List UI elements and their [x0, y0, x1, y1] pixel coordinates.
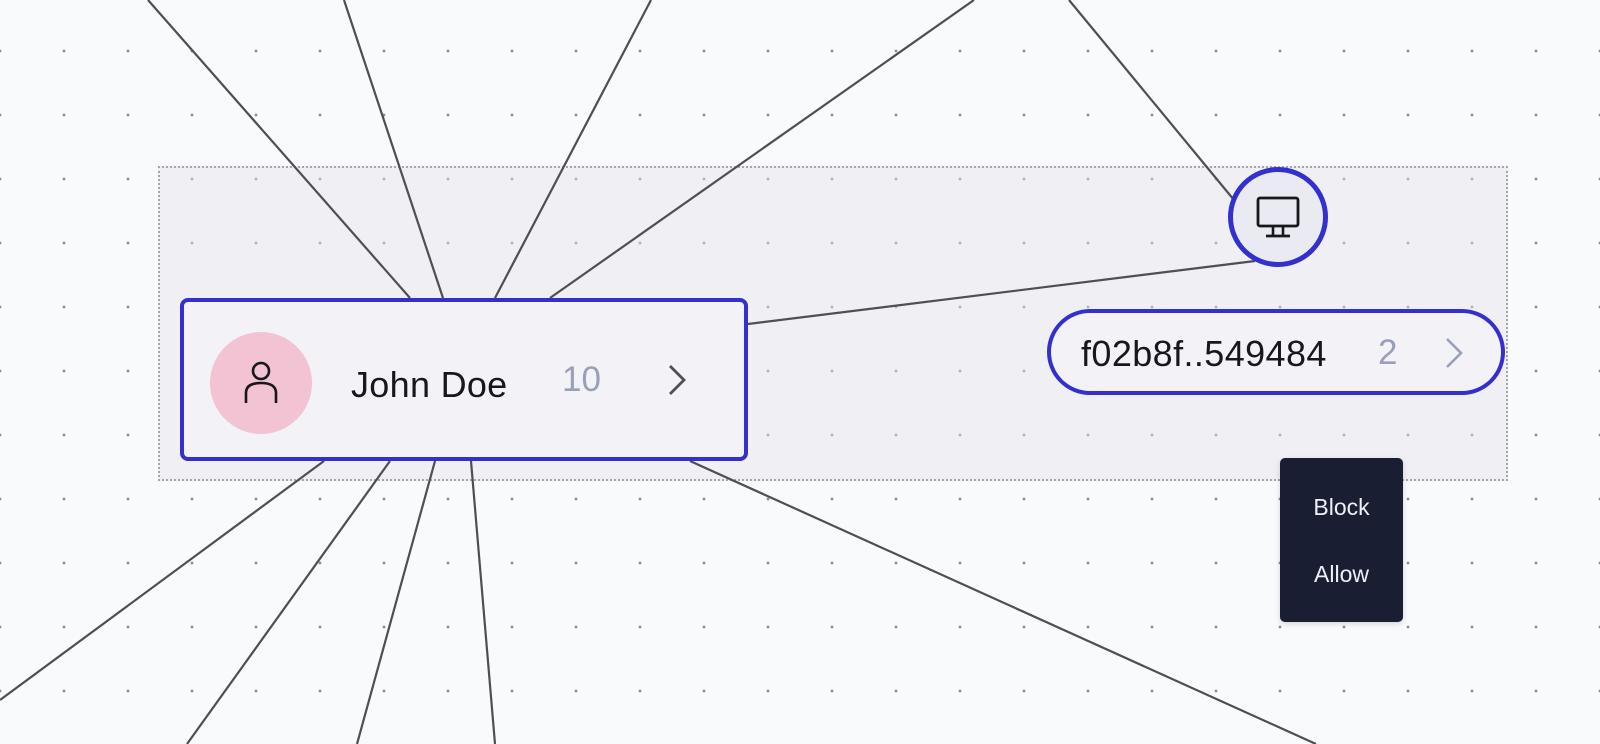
edge [186, 460, 391, 744]
chevron-right-icon[interactable] [662, 360, 692, 400]
context-menu: Block Allow [1280, 458, 1403, 622]
menu-item-block[interactable]: Block [1280, 494, 1403, 521]
avatar [210, 332, 312, 434]
edge [342, 0, 445, 299]
menu-item-allow[interactable]: Allow [1280, 561, 1403, 588]
hash-label: f02b8f..549484 [1081, 333, 1327, 374]
edge [147, 0, 411, 299]
edge [355, 460, 437, 744]
device-node[interactable] [1228, 167, 1328, 267]
user-count-badge: 10 [562, 360, 601, 399]
user-node-card[interactable]: John Doe 10 [180, 298, 748, 461]
person-icon [244, 361, 278, 403]
edge [469, 460, 497, 744]
hash-node-pill[interactable]: f02b8f..549484 2 [1047, 309, 1505, 395]
monitor-icon [1256, 196, 1300, 238]
chevron-right-icon[interactable] [1441, 333, 1467, 373]
edge [0, 460, 325, 701]
edge [1068, 0, 1235, 201]
edge [689, 459, 1317, 744]
hash-count-badge: 2 [1378, 333, 1398, 372]
edge [494, 0, 652, 299]
user-name: John Doe [351, 364, 508, 405]
edge [549, 0, 975, 299]
